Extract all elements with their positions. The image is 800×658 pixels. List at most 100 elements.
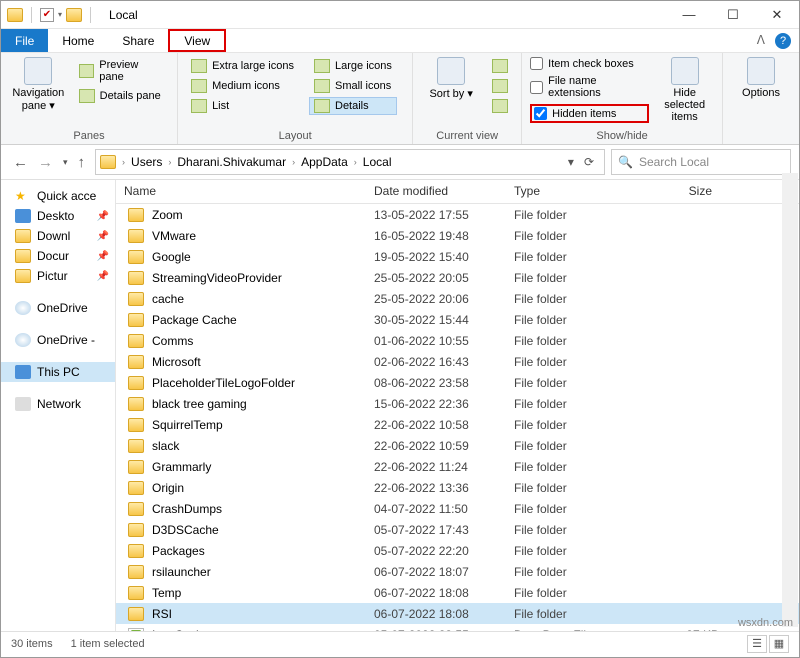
layout-large-icons[interactable]: Large icons: [309, 57, 397, 75]
breadcrumb[interactable]: Local: [359, 153, 396, 171]
breadcrumb[interactable]: AppData: [297, 153, 352, 171]
maximize-button[interactable]: ☐: [711, 1, 755, 29]
preview-pane-button[interactable]: Preview pane: [74, 57, 169, 85]
table-row[interactable]: Package Cache30-05-2022 15:44File folder: [116, 309, 799, 330]
table-row[interactable]: PlaceholderTileLogoFolder08-06-2022 23:5…: [116, 372, 799, 393]
folder-icon: [128, 250, 144, 264]
column-name[interactable]: Name: [116, 180, 366, 203]
table-row[interactable]: Google19-05-2022 15:40File folder: [116, 246, 799, 267]
breadcrumb-sep[interactable]: ›: [292, 157, 295, 167]
help-button[interactable]: ?: [775, 33, 791, 49]
hide-selected-items-button[interactable]: Hide selected items: [655, 57, 714, 123]
table-row[interactable]: IconCache05-07-2022 23:55Data Base File8…: [116, 624, 799, 631]
group-by-button[interactable]: [487, 57, 513, 75]
layout-small-icons[interactable]: Small icons: [309, 77, 397, 95]
breadcrumb-sep[interactable]: ›: [168, 157, 171, 167]
sidebar-onedrive-personal[interactable]: OneDrive -: [1, 330, 115, 350]
file-name: Temp: [152, 586, 374, 600]
up-button[interactable]: ↑: [74, 152, 90, 173]
forward-button[interactable]: →: [34, 152, 57, 173]
back-button[interactable]: ←: [9, 152, 32, 173]
close-button[interactable]: ✕: [755, 1, 799, 29]
table-row[interactable]: Origin22-06-2022 13:36File folder: [116, 477, 799, 498]
sidebar-item[interactable]: Docur📌: [1, 246, 115, 266]
ribbon: Navigation pane ▾ Preview pane Details p…: [1, 53, 799, 145]
search-box[interactable]: 🔍 Search Local: [611, 149, 791, 175]
breadcrumb[interactable]: Users: [127, 153, 166, 171]
navigation-pane-button[interactable]: Navigation pane ▾: [9, 57, 68, 112]
details-pane-button[interactable]: Details pane: [74, 87, 169, 105]
tab-home[interactable]: Home: [48, 29, 108, 52]
properties-qat-button[interactable]: ✔: [40, 8, 54, 22]
list-label: List: [212, 100, 229, 112]
thumbnails-view-button[interactable]: ▦: [769, 635, 789, 653]
file-date: 19-05-2022 15:40: [374, 250, 514, 264]
qat-dropdown-icon[interactable]: ▾: [58, 10, 62, 19]
scrollbar[interactable]: [782, 173, 798, 627]
column-date[interactable]: Date modified: [366, 180, 506, 203]
table-row[interactable]: CrashDumps04-07-2022 11:50File folder: [116, 498, 799, 519]
file-name: Zoom: [152, 208, 374, 222]
breadcrumb-sep[interactable]: ›: [122, 157, 125, 167]
recent-locations-button[interactable]: ▾: [59, 155, 72, 170]
table-row[interactable]: black tree gaming15-06-2022 22:36File fo…: [116, 393, 799, 414]
item-check-boxes-input[interactable]: [530, 57, 543, 70]
sidebar-item[interactable]: Downl📌: [1, 226, 115, 246]
sidebar-network[interactable]: Network: [1, 394, 115, 414]
table-row[interactable]: cache25-05-2022 20:06File folder: [116, 288, 799, 309]
layout-medium-icons[interactable]: Medium icons: [186, 77, 299, 95]
explorer-body: ★Quick acce Deskto📌Downl📌Docur📌Pictur📌 O…: [1, 179, 799, 631]
layout-list[interactable]: List: [186, 97, 299, 115]
table-row[interactable]: Temp06-07-2022 18:08File folder: [116, 582, 799, 603]
column-type[interactable]: Type: [506, 180, 621, 203]
table-row[interactable]: slack22-06-2022 10:59File folder: [116, 435, 799, 456]
breadcrumb-sep[interactable]: ›: [354, 157, 357, 167]
collapse-ribbon-button[interactable]: ᐱ: [751, 29, 771, 52]
tab-share[interactable]: Share: [108, 29, 168, 52]
sidebar-item[interactable]: Pictur📌: [1, 266, 115, 286]
file-name-extensions-input[interactable]: [530, 81, 543, 94]
table-row[interactable]: RSI06-07-2022 18:08File folder: [116, 603, 799, 624]
folder-icon: [128, 271, 144, 285]
file-list[interactable]: Zoom13-05-2022 17:55File folderVMware16-…: [116, 204, 799, 631]
table-row[interactable]: rsilauncher06-07-2022 18:07File folder: [116, 561, 799, 582]
address-bar[interactable]: › Users› Dharani.Shivakumar› AppData› Lo…: [95, 149, 605, 175]
layout-extra-large-icons[interactable]: Extra large icons: [186, 57, 299, 75]
folder-icon[interactable]: [7, 8, 23, 22]
sidebar-quick-access[interactable]: ★Quick acce: [1, 186, 115, 206]
table-row[interactable]: D3DSCache05-07-2022 17:43File folder: [116, 519, 799, 540]
options-button[interactable]: Options: [731, 57, 791, 99]
size-columns-button[interactable]: [487, 97, 513, 115]
minimize-button[interactable]: —: [667, 1, 711, 29]
table-row[interactable]: Zoom13-05-2022 17:55File folder: [116, 204, 799, 225]
table-row[interactable]: SquirrelTemp22-06-2022 10:58File folder: [116, 414, 799, 435]
column-size[interactable]: Size: [621, 180, 721, 203]
new-folder-qat-button[interactable]: [66, 8, 82, 22]
file-date: 05-07-2022 23:55: [374, 628, 514, 632]
breadcrumb[interactable]: Dharani.Shivakumar: [173, 153, 290, 171]
hidden-items-checkbox[interactable]: Hidden items: [530, 104, 649, 123]
sidebar-item[interactable]: Deskto📌: [1, 206, 115, 226]
address-dropdown-button[interactable]: ▾: [568, 155, 574, 169]
search-placeholder: Search Local: [639, 155, 709, 169]
table-row[interactable]: Packages05-07-2022 22:20File folder: [116, 540, 799, 561]
details-view-button[interactable]: ☰: [747, 635, 767, 653]
sort-by-button[interactable]: Sort by ▾: [421, 57, 481, 100]
large-icons-icon: [314, 59, 330, 73]
item-check-boxes-checkbox[interactable]: Item check boxes: [530, 57, 649, 70]
table-row[interactable]: StreamingVideoProvider25-05-2022 20:05Fi…: [116, 267, 799, 288]
add-columns-button[interactable]: [487, 77, 513, 95]
table-row[interactable]: Comms01-06-2022 10:55File folder: [116, 330, 799, 351]
tab-view[interactable]: View: [168, 29, 226, 52]
sidebar-this-pc[interactable]: This PC: [1, 362, 115, 382]
table-row[interactable]: VMware16-05-2022 19:48File folder: [116, 225, 799, 246]
file-name: RSI: [152, 607, 374, 621]
file-name-extensions-checkbox[interactable]: File name extensions: [530, 75, 649, 99]
table-row[interactable]: Grammarly22-06-2022 11:24File folder: [116, 456, 799, 477]
sidebar-onedrive[interactable]: OneDrive: [1, 298, 115, 318]
refresh-button[interactable]: ⟳: [584, 155, 594, 169]
tab-file[interactable]: File: [1, 29, 48, 52]
layout-details[interactable]: Details: [309, 97, 397, 115]
hidden-items-input[interactable]: [534, 107, 547, 120]
table-row[interactable]: Microsoft02-06-2022 16:43File folder: [116, 351, 799, 372]
